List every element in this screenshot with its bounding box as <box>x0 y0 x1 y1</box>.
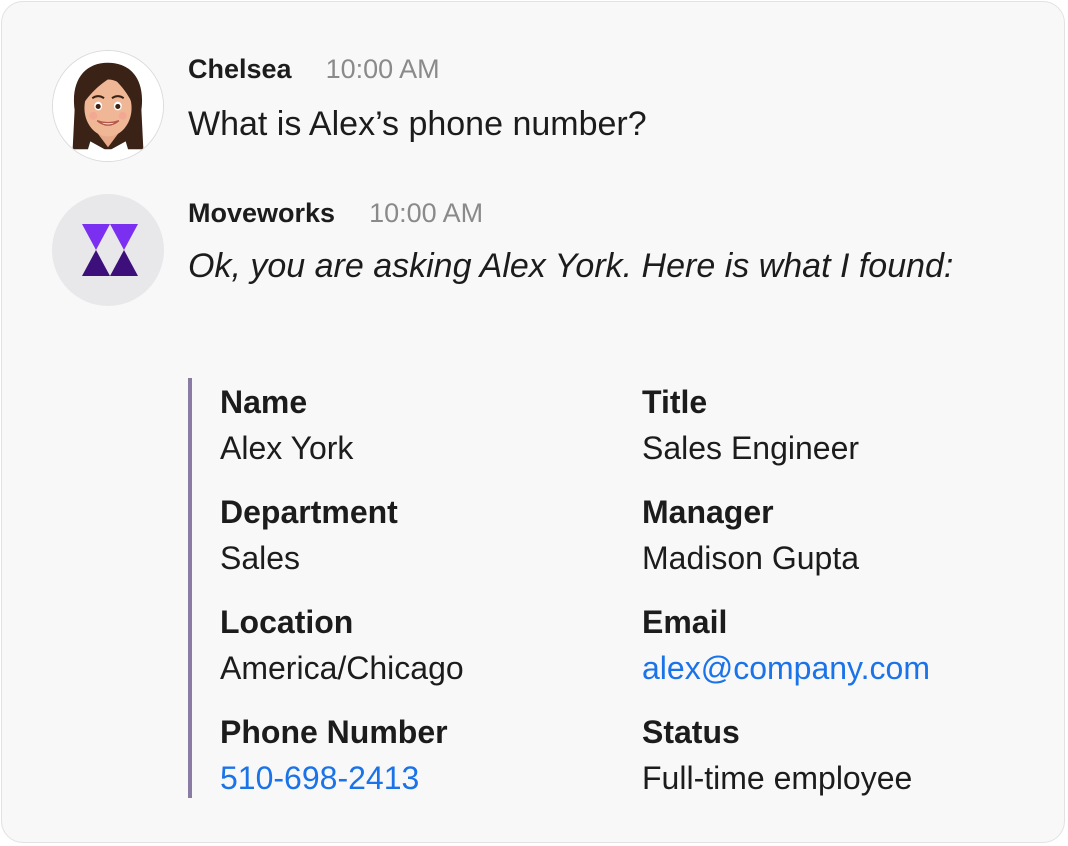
field-label: Title <box>642 384 708 420</box>
message-text: Ok, you are asking Alex York. Here is wh… <box>188 247 954 285</box>
email-link[interactable]: alex@company.com <box>642 648 1022 688</box>
avatar-face-icon <box>53 51 163 161</box>
field-department: Department Sales <box>220 492 600 578</box>
message-timestamp[interactable]: 10:00 AM <box>326 54 440 85</box>
field-name: Name Alex York <box>220 382 600 468</box>
phone-link[interactable]: 510-698-2413 <box>220 758 600 798</box>
sender-name[interactable]: Chelsea <box>188 54 292 85</box>
field-email: Email alex@company.com <box>642 602 1022 688</box>
profile-attachment: Name Alex York Title Sales Engineer Depa… <box>188 378 968 798</box>
field-label: Manager <box>642 494 774 530</box>
sender-name[interactable]: Moveworks <box>188 198 335 229</box>
field-value: Sales Engineer <box>642 430 860 466</box>
field-location: Location America/Chicago <box>220 602 600 688</box>
field-label: Phone Number <box>220 714 448 750</box>
bot-avatar[interactable] <box>52 194 164 306</box>
field-value: Madison Gupta <box>642 540 860 576</box>
field-label: Department <box>220 494 398 530</box>
moveworks-logo-icon <box>82 224 138 276</box>
field-value: Full-time employee <box>642 760 913 796</box>
field-value: Alex York <box>220 430 354 466</box>
field-value: Sales <box>220 540 301 576</box>
field-label: Status <box>642 714 740 750</box>
field-manager: Manager Madison Gupta <box>642 492 1022 578</box>
field-phone: Phone Number 510-698-2413 <box>220 712 600 798</box>
field-title: Title Sales Engineer <box>642 382 1022 468</box>
user-avatar[interactable] <box>52 50 164 162</box>
chat-card: Chelsea 10:00 AM What is Alex’s phone nu… <box>1 1 1065 843</box>
field-label: Email <box>642 604 728 640</box>
field-status: Status Full-time employee <box>642 712 1022 798</box>
field-label: Name <box>220 384 308 420</box>
message-text: What is Alex’s phone number? <box>188 105 647 143</box>
field-label: Location <box>220 604 354 640</box>
field-value: America/Chicago <box>220 650 464 686</box>
message-timestamp[interactable]: 10:00 AM <box>369 198 483 229</box>
